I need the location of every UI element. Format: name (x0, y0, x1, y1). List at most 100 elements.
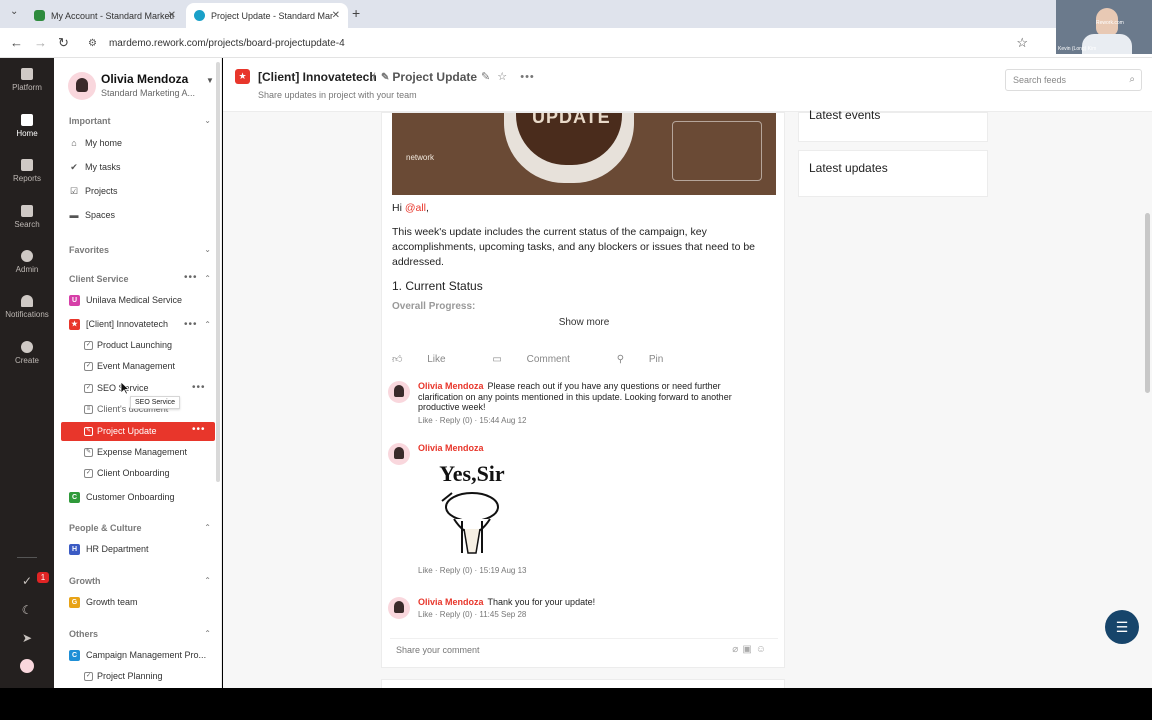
chevron-down-icon[interactable]: ⌄ (204, 116, 211, 125)
board-icon: ✓ (84, 361, 93, 371)
section-important[interactable]: Important (69, 116, 111, 126)
emoji-icon[interactable]: ☺ (756, 644, 770, 655)
comment-author[interactable]: Olivia Mendoza (418, 381, 484, 391)
more-options-icon[interactable]: ••• (520, 71, 535, 83)
back-arrow-icon[interactable]: ← (10, 35, 23, 50)
url-text: mardemo.rework.com/projects/board-projec… (108, 37, 345, 49)
mention-all[interactable]: @all (405, 202, 426, 214)
profile-avatar[interactable] (20, 659, 34, 673)
sidebar-item-my-home[interactable]: ⌂ My home (69, 134, 122, 152)
breadcrumb-board[interactable]: ✎ Project Update (381, 70, 477, 84)
site-info-icon[interactable]: ⚙ (88, 38, 97, 49)
forward-arrow-icon[interactable]: → (34, 35, 47, 50)
comment-author[interactable]: Olivia Mendoza (418, 443, 484, 453)
rail-create[interactable]: Create (0, 341, 54, 365)
main-scrollbar[interactable] (1145, 213, 1150, 393)
rail-admin[interactable]: Admin (0, 250, 54, 274)
sidebar-item-hr[interactable]: H HR Department (69, 540, 149, 558)
document-icon: ≡ (84, 404, 93, 414)
search-feeds-input[interactable]: Search feeds ⌕ (1005, 69, 1142, 91)
pin-button[interactable]: ⚲ Pin (617, 354, 686, 365)
comment-button[interactable]: ▭ Comment (492, 354, 592, 365)
rail-reports[interactable]: Reports (0, 159, 54, 183)
chevron-down-icon[interactable]: ⌄ (204, 245, 211, 254)
sidebar-item-spaces[interactable]: ▬ Spaces (69, 206, 116, 224)
sidebar-board-event-management[interactable]: ✓ Event Management (84, 357, 175, 375)
sidebar-scrollbar[interactable] (216, 62, 220, 482)
section-growth[interactable]: Growth (69, 576, 101, 586)
attach-icon[interactable]: ⌀ (732, 644, 742, 655)
home-icon (21, 114, 33, 126)
sidebar-item-label: Product Launching (97, 340, 173, 350)
section-people-culture[interactable]: People & Culture (69, 523, 142, 533)
browser-tab-my-account[interactable]: My Account - Standard Marketi ✕ (26, 3, 184, 28)
browser-tab-project-update[interactable]: Project Update - Standard Mar ✕ (186, 3, 348, 28)
chevron-up-icon[interactable]: ⌃ (204, 629, 211, 638)
rail-home[interactable]: Home (0, 114, 54, 138)
plus-icon (21, 341, 33, 353)
sidebar-item-growth-team[interactable]: G Growth team (69, 593, 138, 611)
sidebar-item-label: Customer Onboarding (86, 492, 175, 502)
sidebar-item-campaign[interactable]: C Campaign Management Pro... (69, 646, 206, 664)
reply-comment-input[interactable]: Share your comment ⌀▣☺ (390, 638, 778, 660)
new-tab-button[interactable]: + (352, 5, 360, 21)
chevron-up-icon[interactable]: ⌃ (204, 523, 211, 532)
comment-meta[interactable]: Like · Reply (0) · 11:45 Sep 28 (418, 610, 526, 619)
sidebar-board-project-update[interactable]: ✎ Project Update (84, 422, 157, 440)
rail-label: Home (16, 129, 38, 138)
like-button[interactable]: 👍︎ Like (392, 354, 468, 365)
sidebar-board-project-planning[interactable]: ✓ Project Planning (84, 667, 163, 685)
caret-down-icon[interactable]: ▼ (206, 76, 214, 85)
chat-button[interactable]: ☰ (1105, 610, 1139, 644)
bookmark-star-icon[interactable]: ☆ (1016, 35, 1028, 51)
sidebar-item-customer-onboarding[interactable]: C Customer Onboarding (69, 488, 175, 506)
show-more-button[interactable]: Show more (382, 317, 786, 328)
sidebar-item-projects[interactable]: ☑ Projects (69, 182, 118, 200)
edit-icon[interactable]: ✎ (481, 71, 490, 83)
rail-label: Create (14, 356, 39, 365)
search-icon[interactable]: ⌕ (1129, 74, 1135, 85)
more-options-icon[interactable]: ••• (184, 319, 198, 330)
breadcrumb-project[interactable]: [Client] Innovatetech (258, 70, 377, 84)
close-tab-icon[interactable]: ✕ (332, 10, 340, 21)
sidebar-board-product-launching[interactable]: ✓ Product Launching (84, 336, 172, 354)
rail-search[interactable]: Search (0, 205, 54, 229)
sidebar-item-label: Project Planning (97, 671, 163, 681)
reload-icon[interactable]: ↻ (58, 35, 69, 51)
sidebar-item-label: My tasks (85, 162, 121, 172)
webcam-brand: Rework.com (1096, 20, 1124, 26)
chevron-up-icon[interactable]: ⌃ (204, 320, 211, 329)
chevron-up-icon[interactable]: ⌃ (204, 576, 211, 585)
more-options-icon[interactable]: ••• (192, 424, 206, 435)
tasks-check-icon[interactable]: ✓ (20, 574, 34, 588)
section-favorites[interactable]: Favorites (69, 245, 109, 255)
chevron-up-icon[interactable]: ⌃ (204, 274, 211, 283)
sidebar-board-expense-management[interactable]: ✎ Expense Management (84, 443, 187, 461)
sticker-icon[interactable]: ▣ (742, 644, 755, 655)
section-client-service[interactable]: Client Service (69, 274, 129, 284)
rail-notifications[interactable]: Notifications (0, 295, 54, 319)
moon-icon[interactable]: ☾ (20, 603, 34, 617)
sidebar-board-seo-service[interactable]: ✓ SEO Service (84, 379, 149, 397)
sidebar-item-label: Spaces (85, 210, 116, 220)
comment-author[interactable]: Olivia Mendoza (418, 597, 484, 607)
tab-list-chevron-icon[interactable]: ⌄ (10, 6, 18, 17)
comment-meta[interactable]: Like · Reply (0) · 15:44 Aug 12 (418, 416, 527, 425)
url-field[interactable]: ⚙ mardemo.rework.com/projects/board-proj… (80, 32, 1040, 54)
send-icon[interactable]: ➤ (20, 631, 34, 645)
rail-platform[interactable]: Platform (0, 68, 54, 92)
close-tab-icon[interactable]: ✕ (168, 10, 176, 21)
sticker-text: Yes,Sir (439, 461, 505, 486)
projects-icon: ☑ (69, 186, 79, 196)
more-options-icon[interactable]: ••• (192, 382, 206, 393)
more-options-icon[interactable]: ••• (184, 272, 198, 283)
sidebar-item-my-tasks[interactable]: ✔ My tasks (69, 158, 121, 176)
sidebar-item-innovatetech[interactable]: ★ [Client] Innovatetech (69, 315, 168, 333)
favorite-star-icon[interactable]: ☆ (497, 71, 507, 83)
sidebar-item-unilava[interactable]: U Unilava Medical Service (69, 291, 182, 309)
section-others[interactable]: Others (69, 629, 98, 639)
rail-label: Admin (15, 265, 39, 274)
comment-meta[interactable]: Like · Reply (0) · 15:19 Aug 13 (418, 566, 527, 575)
sidebar-item-label: Event Management (97, 361, 176, 371)
sidebar-board-client-onboarding[interactable]: ✓ Client Onboarding (84, 464, 170, 482)
